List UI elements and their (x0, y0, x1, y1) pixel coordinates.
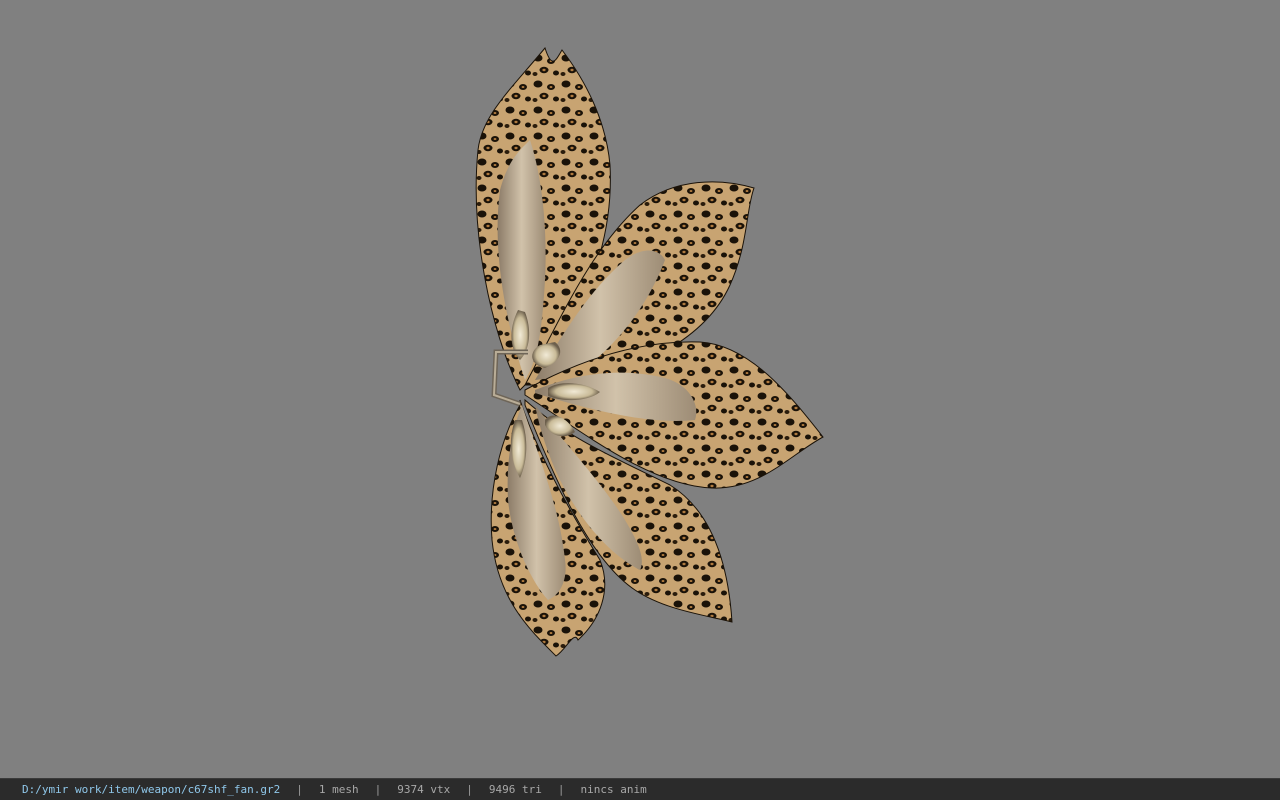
separator: | (466, 783, 473, 796)
vertex-count: 9374 vtx (397, 783, 451, 796)
separator: | (557, 783, 565, 796)
file-path: D:/ymir work/item/weapon/c67shf_fan.gr2 (22, 783, 281, 796)
3d-viewport[interactable] (0, 0, 1280, 778)
mesh-count: 1 mesh (318, 783, 359, 796)
fan-model-render (475, 46, 824, 657)
separator: | (296, 783, 303, 796)
triangle-count: 9496 tri (488, 783, 542, 796)
separator: | (374, 783, 382, 796)
status-bar: D:/ymir work/item/weapon/c67shf_fan.gr2 … (0, 778, 1280, 800)
animation-status: nincs anim (580, 783, 647, 796)
